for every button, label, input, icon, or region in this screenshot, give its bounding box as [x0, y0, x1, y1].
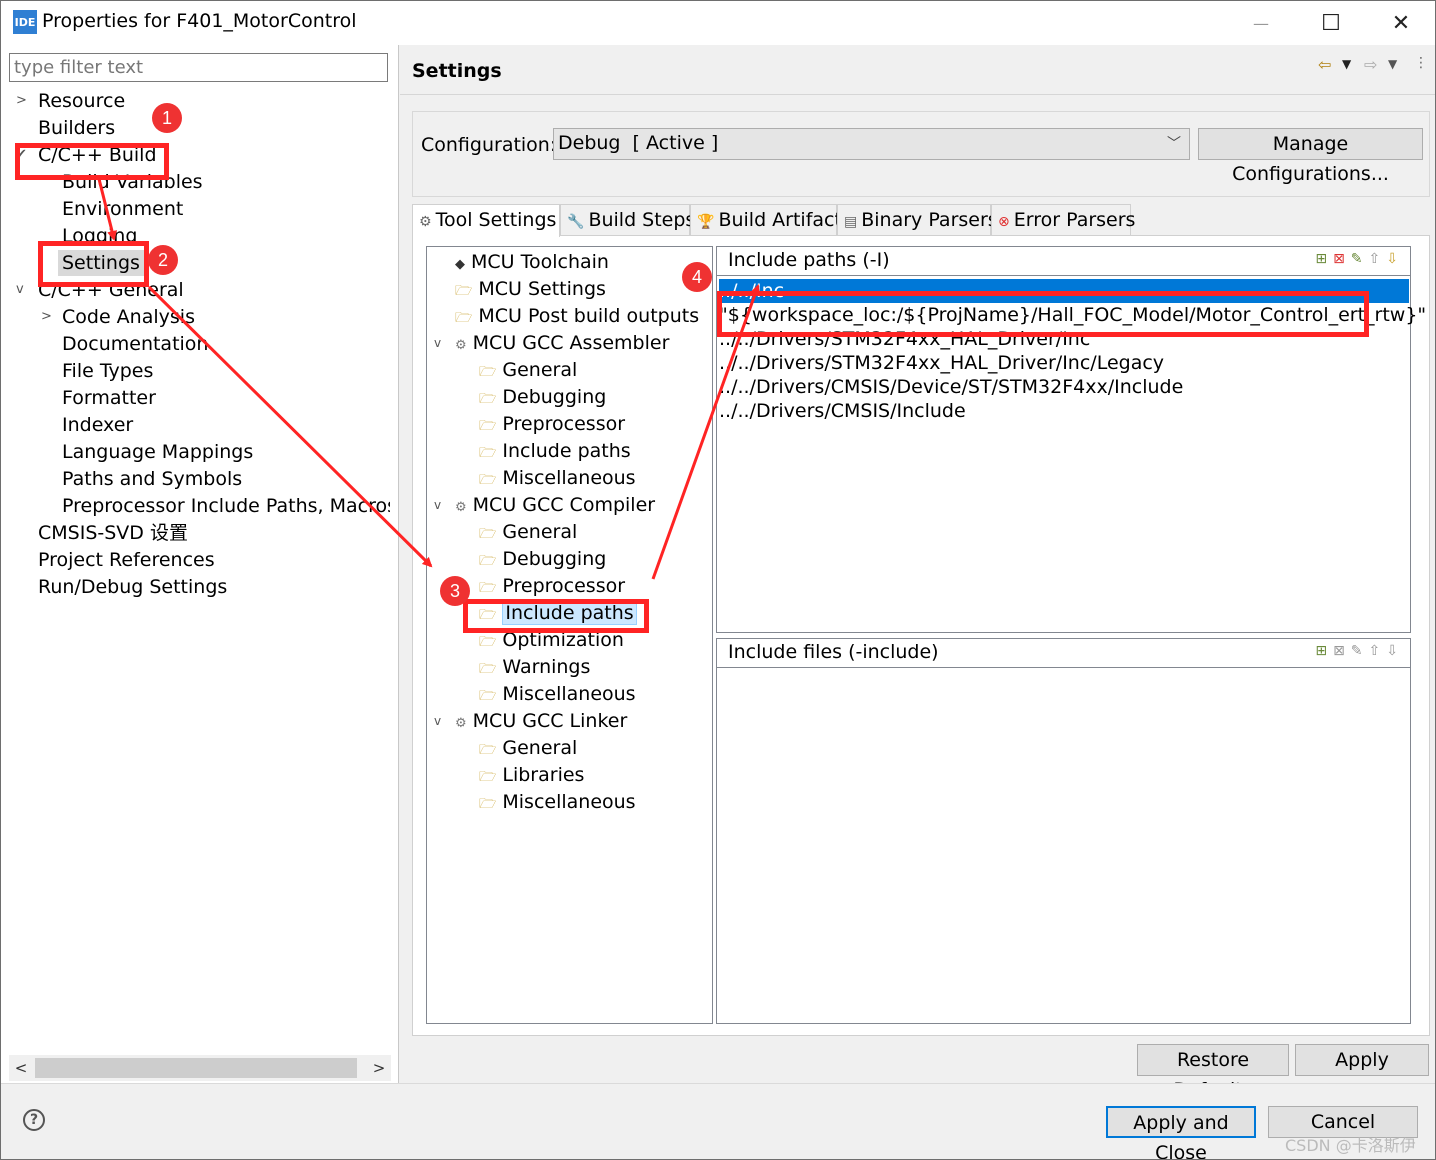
- annotation-badge-4: 4: [682, 262, 712, 292]
- annotation-arrow-1-2: [97, 178, 117, 241]
- annotation-arrow-2-3: [147, 285, 433, 568]
- annotation-arrow-3-4: [651, 284, 761, 580]
- annotation-badge-3: 3: [440, 576, 470, 606]
- annotation-badge-2: 2: [148, 245, 178, 275]
- properties-dialog: IDE Properties for F401_MotorControl — ☐…: [0, 0, 1436, 1160]
- annotation-arrows: [97, 178, 761, 580]
- annotation-badge-1: 1: [152, 103, 182, 133]
